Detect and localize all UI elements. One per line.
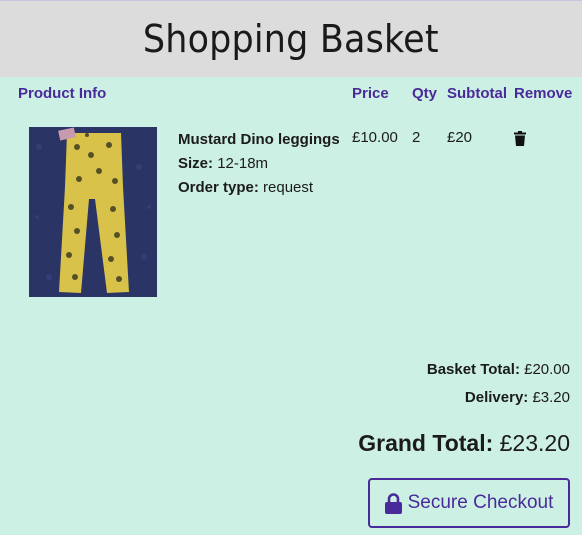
size-value: 12-18m <box>217 155 269 172</box>
product-info: Mustard Dino leggings Size: 12-18m Order… <box>178 128 340 200</box>
order-type-value: request <box>263 179 314 196</box>
item-qty: 2 <box>412 129 421 146</box>
column-header-remove: Remove <box>514 85 573 102</box>
order-type-label: Order type: <box>178 179 259 196</box>
item-price: £10.00 <box>352 129 398 146</box>
secure-checkout-button[interactable]: Secure Checkout <box>368 478 570 528</box>
grand-total-value: £23.20 <box>499 430 570 456</box>
basket-total-value: £20.00 <box>524 361 570 378</box>
column-header-qty: Qty <box>412 85 438 102</box>
delivery-value: £3.20 <box>532 389 570 406</box>
product-name[interactable]: Mustard Dino leggings <box>178 128 340 152</box>
page-header: Shopping Basket <box>0 0 582 77</box>
page-title: Shopping Basket <box>143 17 439 61</box>
product-image <box>29 127 157 297</box>
basket-total-label: Basket Total: <box>426 361 520 378</box>
item-subtotal: £20 <box>447 129 473 146</box>
lock-icon <box>384 492 402 514</box>
trash-icon[interactable] <box>514 131 526 146</box>
product-size: Size: 12-18m <box>178 152 340 176</box>
column-header-product-info: Product Info <box>18 85 107 102</box>
product-order-type: Order type: request <box>178 176 340 200</box>
delivery-label: Delivery: <box>464 389 529 406</box>
grand-total: Grand Total: £23.20 <box>358 430 570 457</box>
delivery-cost: Delivery: £3.20 <box>465 389 570 406</box>
column-header-subtotal: Subtotal <box>447 85 507 102</box>
secure-checkout-label: Secure Checkout <box>407 492 554 513</box>
grand-total-label: Grand Total: <box>358 430 494 456</box>
column-header-price: Price <box>352 85 389 102</box>
size-label: Size: <box>178 155 214 172</box>
basket-total: Basket Total: £20.00 <box>427 361 570 378</box>
